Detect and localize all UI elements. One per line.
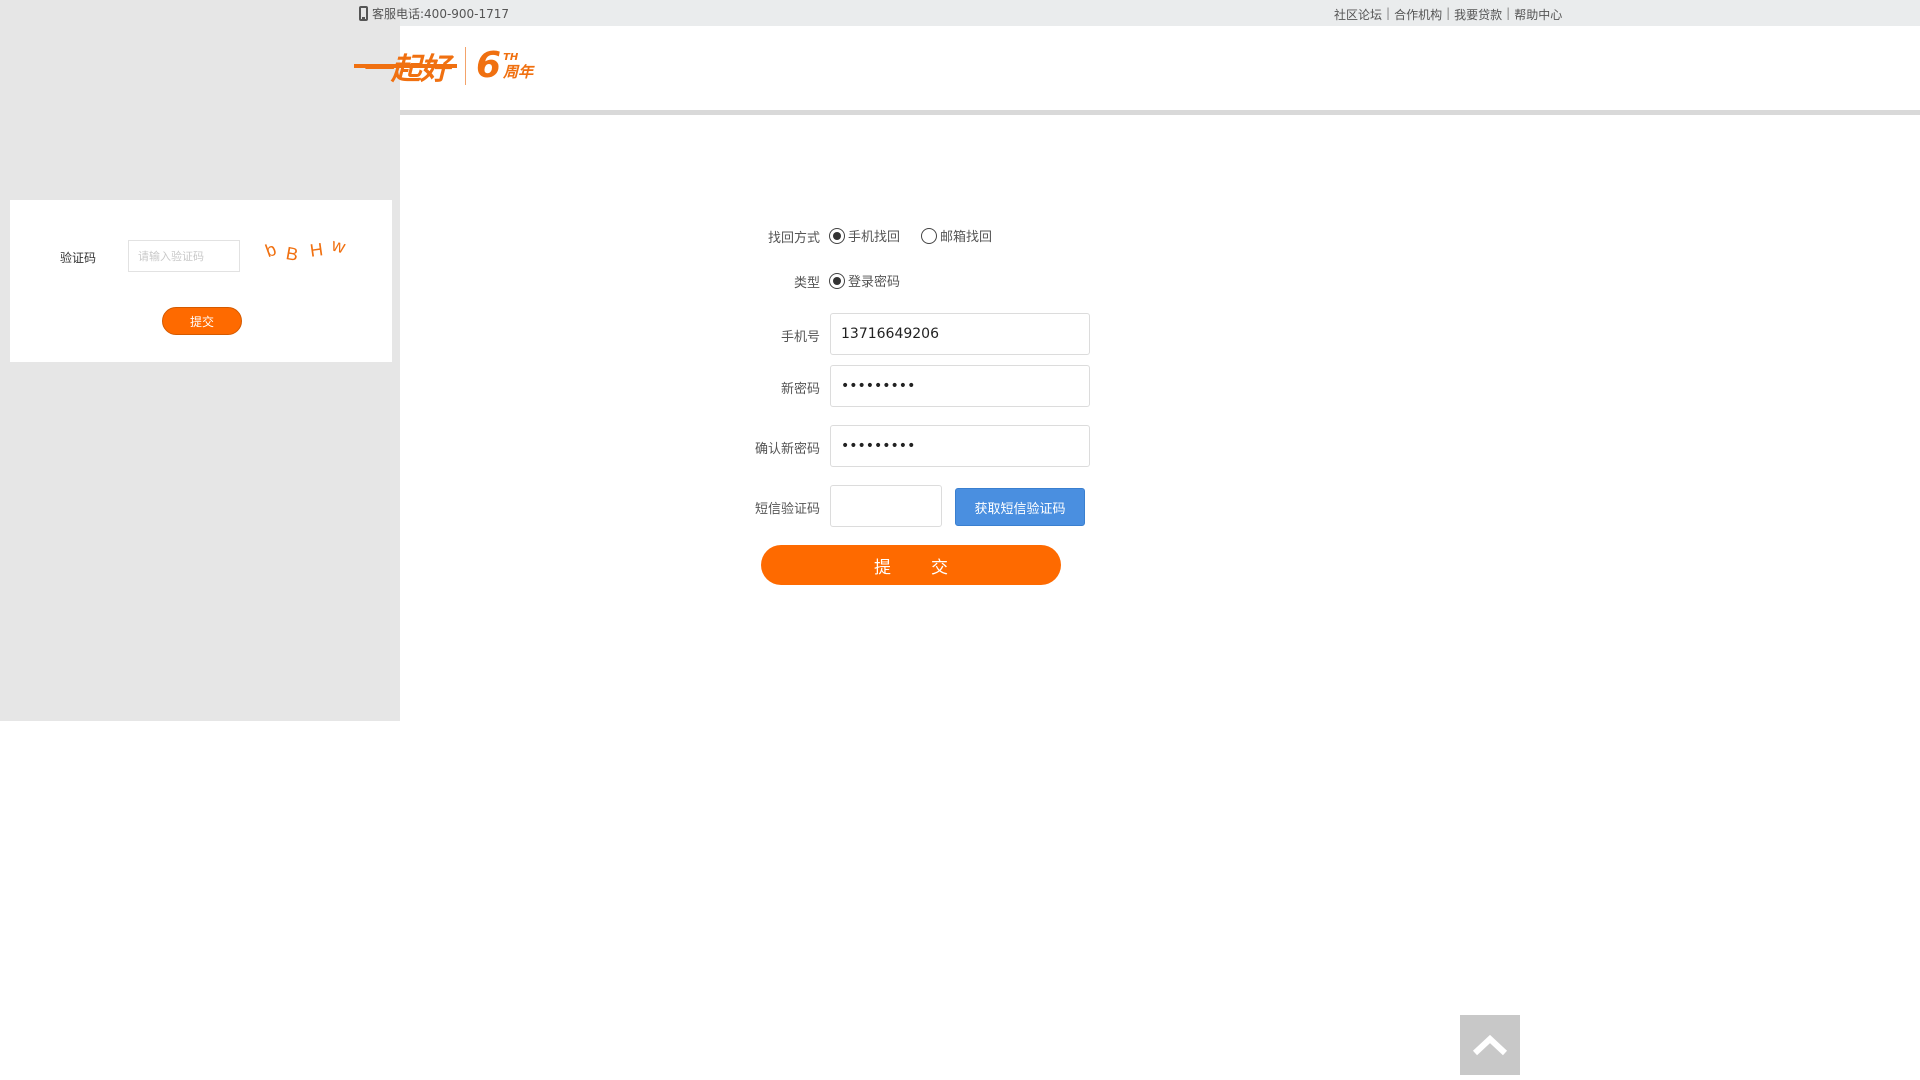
type-label: 类型: [793, 276, 820, 291]
phone-label: 手机号: [780, 330, 820, 345]
radio-label: 登录密码: [848, 275, 901, 290]
captcha-image[interactable]: b B H w: [262, 234, 356, 272]
sms-code-label: 短信验证码: [754, 502, 820, 517]
radio-label: 邮箱找回: [940, 230, 993, 245]
back-to-top-button[interactable]: [1460, 1015, 1520, 1075]
sms-code-input[interactable]: [830, 485, 942, 527]
captcha-popup: 验证码 b B H w 提交: [10, 200, 392, 362]
captcha-char: w: [329, 234, 348, 258]
captcha-label: 验证码: [60, 251, 97, 265]
phone-text: 客服电话:400-900-1717: [372, 7, 510, 21]
logo-anniversary: TH 周年: [503, 52, 533, 80]
get-sms-code-button[interactable]: 获取短信验证码: [955, 488, 1085, 526]
new-password-input[interactable]: [830, 365, 1090, 407]
logo-anniversary-text: 周年: [503, 63, 534, 81]
logo[interactable]: 一起好 6 TH 周年: [354, 44, 533, 88]
logo-divider: [465, 47, 466, 85]
new-password-label: 新密码: [780, 382, 820, 397]
captcha-char: b: [262, 238, 279, 262]
customer-service-phone: 客服电话:400-900-1717: [359, 5, 509, 22]
submit-button[interactable]: 提 交: [761, 545, 1061, 585]
logo-six: 6: [476, 45, 502, 86]
captcha-char: H: [308, 239, 325, 261]
radio-button[interactable]: [829, 272, 845, 289]
chevron-up-icon: [1472, 1034, 1508, 1056]
submit-char: 提: [874, 557, 891, 578]
radio-label: 手机找回: [848, 230, 901, 245]
phone-input[interactable]: [830, 313, 1090, 355]
submit-char: 交: [931, 557, 948, 578]
radio-email-recovery[interactable]: 邮箱找回: [921, 226, 992, 245]
captcha-submit-button[interactable]: 提交: [162, 307, 242, 335]
confirm-password-input[interactable]: [830, 425, 1090, 467]
captcha-char: B: [284, 243, 300, 265]
logo-main-text: 一起好: [354, 44, 457, 88]
phone-icon: [359, 6, 368, 21]
radio-button[interactable]: [921, 227, 937, 244]
confirm-password-label: 确认新密码: [754, 442, 820, 457]
captcha-input[interactable]: [128, 240, 240, 272]
method-label: 找回方式: [767, 231, 820, 246]
radio-login-password[interactable]: 登录密码: [829, 271, 900, 290]
radio-button[interactable]: [829, 227, 845, 244]
radio-phone-recovery[interactable]: 手机找回: [829, 226, 900, 245]
